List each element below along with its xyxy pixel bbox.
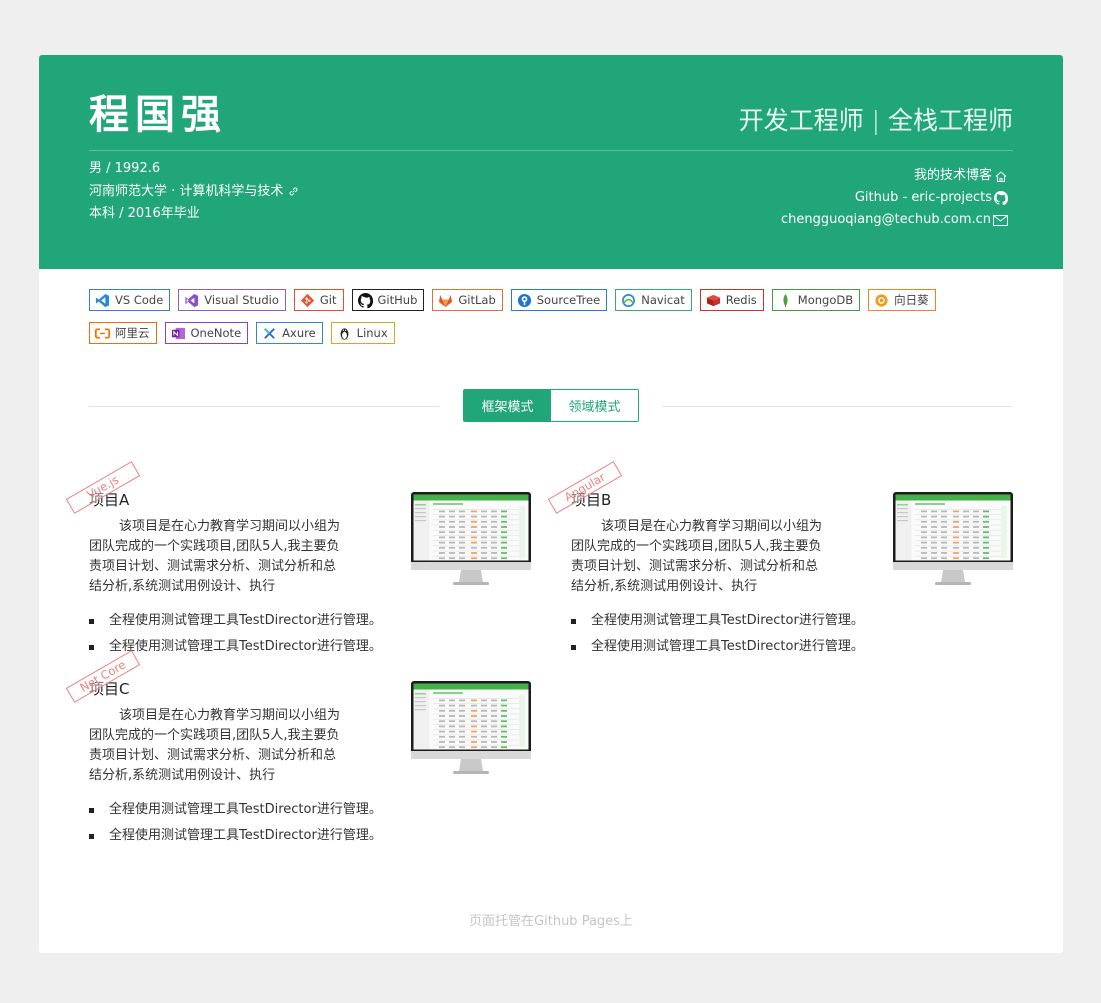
school-name: 河南师范大学 · 计算机科学与技术 — [89, 183, 284, 199]
skill-tag: MongoDB — [771, 289, 861, 311]
project-description: 该项目是在心力教育学习期间以小组为团队完成的一个实践项目,团队5人,我主要负责项… — [89, 519, 341, 594]
skill-tag-label: Git — [319, 293, 337, 307]
skill-row: VS Code Visual Studio Git GitHub GitLab Sourc… — [89, 289, 1019, 311]
onenote-icon — [171, 326, 186, 341]
school-line[interactable]: 河南师范大学 · 计算机科学与技术 — [89, 181, 299, 204]
person-name: 程国强 — [89, 92, 227, 138]
link-icon — [289, 187, 297, 195]
footer-note: 页面托管在Github Pages上 — [469, 914, 633, 929]
project-card: 项目A 该项目是在心力教育学习期间以小组为团队完成的一个实践项目,团队5人,我主要… — [65, 461, 534, 683]
basic-info: 男 / 1992.6 河南师范大学 · 计算机科学与技术 本科 / 2016年毕… — [89, 158, 299, 226]
contact-info: 我的技术博客 Github - eric-projects chengguoqi… — [781, 165, 1008, 231]
resume-card: 程国强 开发工程师 | 全栈工程师 男 / 1992.6 河南师范大学 · 计算… — [39, 55, 1063, 953]
skill-tag-label: Axure — [282, 326, 316, 340]
blog-label: 我的技术博客 — [913, 168, 992, 183]
resume-header: 程国强 开发工程师 | 全栈工程师 男 / 1992.6 河南师范大学 · 计算… — [39, 55, 1063, 269]
skill-tag-label: OneNote — [190, 326, 242, 340]
skill-tag-label: Redis — [725, 293, 757, 307]
section-divider-right — [662, 406, 1013, 407]
project-highlights: 全程使用测试管理工具TestDirector进行管理。 全程使用测试管理工具Tes… — [89, 797, 382, 849]
mongodb-icon — [778, 293, 793, 308]
redis-icon — [706, 293, 721, 308]
skill-tag: GitHub — [351, 289, 425, 311]
highlight-item: 全程使用测试管理工具TestDirector进行管理。 — [571, 634, 864, 660]
mail-icon — [993, 214, 1008, 226]
skill-tag-label: SourceTree — [536, 293, 601, 307]
skill-tags: VS Code Visual Studio Git GitHub GitLab Sourc… — [89, 289, 1019, 355]
project-screenshot — [893, 492, 1013, 590]
project-highlights: 全程使用测试管理工具TestDirector进行管理。 全程使用测试管理工具Tes… — [571, 608, 864, 660]
skill-tag: Navicat — [615, 289, 692, 311]
skill-tag-label: 向日葵 — [894, 293, 929, 307]
project-card: 项目B 该项目是在心力教育学习期间以小组为团队完成的一个实践项目,团队5人,我主要… — [547, 461, 1016, 683]
job-title: 开发工程师 | 全栈工程师 — [738, 106, 1013, 135]
skill-tag-label: MongoDB — [797, 293, 854, 307]
project-card: 项目C 该项目是在心力教育学习期间以小组为团队完成的一个实践项目,团队5人,我主要… — [65, 650, 534, 872]
degree-info: 本科 / 2016年毕业 — [89, 206, 200, 221]
skill-tag: Linux — [330, 322, 395, 344]
project-screenshot — [411, 492, 531, 590]
highlight-item: 全程使用测试管理工具TestDirector进行管理。 — [89, 797, 382, 823]
domain-mode-button[interactable]: 领域模式 — [551, 390, 638, 421]
email-link[interactable]: chengguoqiang@techub.com.cn — [781, 209, 1008, 231]
section-divider-left — [89, 406, 439, 407]
blog-link[interactable]: 我的技术博客 — [781, 165, 1008, 187]
highlight-item: 全程使用测试管理工具TestDirector进行管理。 — [89, 608, 382, 634]
framework-mode-button[interactable]: 框架模式 — [464, 390, 551, 421]
project-description: 该项目是在心力教育学习期间以小组为团队完成的一个实践项目,团队5人,我主要负责项… — [571, 519, 823, 594]
skill-tag: VS Code — [89, 289, 171, 311]
aliyun-icon — [95, 326, 110, 341]
vscode-icon — [95, 293, 110, 308]
skill-tag-label: VS Code — [115, 293, 164, 307]
project-screenshot — [411, 681, 531, 779]
visual-studio-icon — [184, 293, 199, 308]
skill-row: 阿里云 OneNote Axure Linux — [89, 322, 1019, 344]
axure-icon — [262, 326, 277, 341]
skill-tag: 向日葵 — [868, 289, 936, 311]
skill-tag-label: Navicat — [641, 293, 685, 307]
github-icon — [357, 292, 373, 308]
linux-icon — [337, 326, 352, 341]
email-label: chengguoqiang@techub.com.cn — [780, 212, 991, 227]
skill-tag: Git — [293, 289, 344, 311]
header-divider — [89, 150, 1013, 151]
gender-birth: 男 / 1992.6 — [89, 161, 161, 176]
skill-tag: SourceTree — [510, 289, 608, 311]
highlight-item: 全程使用测试管理工具TestDirector进行管理。 — [571, 608, 864, 634]
skill-tag-label: Linux — [356, 326, 388, 340]
gitlab-icon — [438, 293, 453, 308]
skill-tag: Visual Studio — [178, 289, 286, 311]
github-link[interactable]: Github - eric-projects — [781, 187, 1008, 209]
sunflower-icon — [874, 293, 889, 308]
highlight-item: 全程使用测试管理工具TestDirector进行管理。 — [89, 823, 382, 849]
skill-tag-label: GitLab — [458, 293, 496, 307]
skill-tag-label: Visual Studio — [204, 293, 279, 307]
skill-tag: GitLab — [432, 289, 503, 311]
skill-tag: Axure — [256, 322, 323, 344]
mode-switch: 框架模式 领域模式 — [463, 389, 639, 422]
navicat-icon — [621, 293, 636, 308]
project-description: 该项目是在心力教育学习期间以小组为团队完成的一个实践项目,团队5人,我主要负责项… — [89, 708, 341, 783]
skill-tag-label: GitHub — [377, 293, 418, 307]
home-icon — [995, 170, 1007, 182]
skill-tag: 阿里云 — [89, 322, 157, 344]
skill-tag: Redis — [699, 289, 764, 311]
github-icon — [994, 191, 1008, 205]
git-icon — [300, 293, 315, 308]
skill-tag-label: 阿里云 — [115, 326, 150, 340]
skill-tag: OneNote — [164, 322, 249, 344]
github-label: Github - eric-projects — [854, 190, 992, 205]
sourcetree-icon — [517, 293, 532, 308]
